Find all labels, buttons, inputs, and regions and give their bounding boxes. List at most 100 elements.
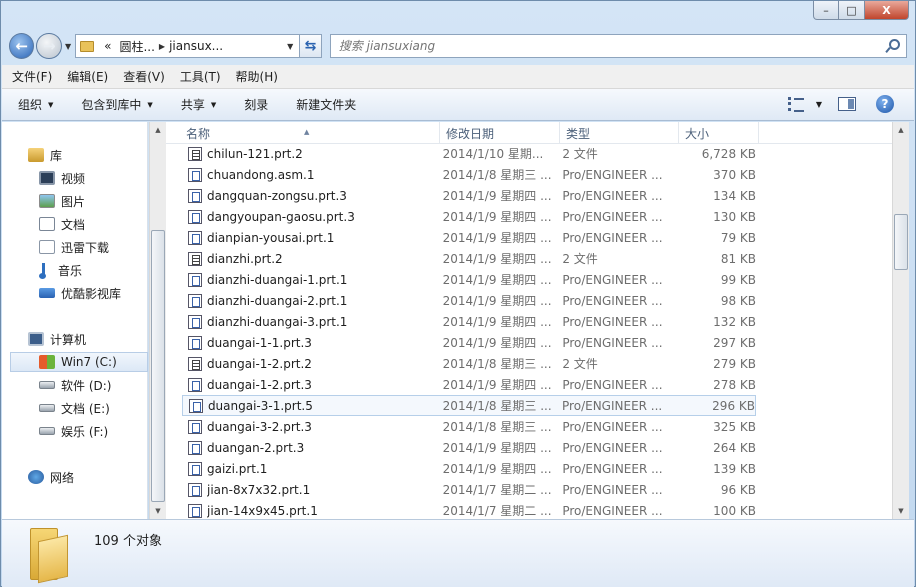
- file-name: duangan-2.prt.3: [206, 440, 305, 455]
- menu-help[interactable]: 帮助(H): [236, 68, 278, 85]
- new-folder-button[interactable]: 新建文件夹: [296, 96, 356, 113]
- file-scroll-thumb[interactable]: [894, 214, 908, 270]
- column-header-size[interactable]: 大小: [679, 122, 759, 144]
- refresh-button[interactable]: ⇆: [300, 34, 322, 58]
- file-name: duangai-1-1.prt.3: [206, 335, 312, 350]
- nav-label: 文档: [61, 217, 86, 232]
- nav-item-docs-e[interactable]: 文档 (E:): [39, 398, 148, 418]
- nav-item-soft-d[interactable]: 软件 (D:): [39, 375, 148, 395]
- file-type: 2 文件: [562, 147, 598, 161]
- breadcrumb-arrow-icon[interactable]: ▶: [159, 42, 165, 51]
- table-row[interactable]: gaizi.prt.1 2014/1/9 星期四 ... Pro/ENGINEER …: [182, 458, 756, 479]
- file-size: 6,728 KB: [701, 146, 756, 161]
- search-box[interactable]: [329, 34, 908, 58]
- nav-item-music[interactable]: 音乐: [39, 260, 148, 280]
- table-row[interactable]: chilun-121.prt.2 2014/1/10 星期... 2 文件 6,728…: [182, 143, 756, 164]
- address-dropdown-icon[interactable]: ▼: [281, 42, 299, 51]
- nav-item-fun-f[interactable]: 娱乐 (F:): [39, 421, 148, 441]
- chevron-down-icon: ▼: [48, 100, 54, 109]
- nav-item-youku[interactable]: 优酷影视库: [39, 283, 148, 303]
- table-row[interactable]: dangquan-zongsu.prt.3 2014/1/9 星期四 ... Pro…: [182, 185, 756, 206]
- preview-pane-icon[interactable]: [838, 97, 856, 111]
- table-row[interactable]: dangyoupan-gaosu.prt.3 2014/1/9 星期四 ... Pr…: [182, 206, 756, 227]
- column-label: 类型: [566, 127, 591, 141]
- nav-item-library[interactable]: 库: [28, 145, 148, 165]
- menu-file[interactable]: 文件(F): [12, 68, 52, 85]
- file-date: 2014/1/9 星期四 ...: [442, 252, 552, 266]
- scroll-up-arrow-icon[interactable]: ▲: [150, 122, 166, 138]
- table-row[interactable]: chuandong.asm.1 2014/1/8 星期三 ... Pro/ENGIN…: [182, 164, 756, 185]
- network-icon: [28, 470, 44, 484]
- nav-item-network[interactable]: 网络: [28, 467, 148, 487]
- menu-view[interactable]: 查看(V): [123, 68, 165, 85]
- column-header-row: ▲ 名称 修改日期 类型 大小: [166, 122, 892, 144]
- file-list-scrollbar[interactable]: ▲ ▼: [892, 122, 909, 519]
- view-options-dropdown-icon[interactable]: ▼: [816, 100, 822, 109]
- file-size: 325 KB: [713, 419, 756, 434]
- nav-scrollbar[interactable]: ▲ ▼: [149, 122, 166, 519]
- search-input[interactable]: [330, 35, 891, 57]
- menu-edit[interactable]: 编辑(E): [67, 68, 108, 85]
- share-button[interactable]: 共享 ▼: [181, 96, 216, 113]
- burn-label: 刻录: [244, 98, 269, 112]
- table-row[interactable]: duangai-3-1.prt.5 2014/1/8 星期三 ... Pro/ENG…: [182, 395, 756, 416]
- table-row[interactable]: dianzhi-duangai-3.prt.1 2014/1/9 星期四 ... P…: [182, 311, 756, 332]
- proe-file-icon: [188, 440, 202, 455]
- table-row[interactable]: dianzhi-duangai-1.prt.1 2014/1/9 星期四 ... P…: [182, 269, 756, 290]
- nav-item-videos[interactable]: 视频: [39, 168, 148, 188]
- folder-icon: [30, 528, 74, 584]
- scroll-up-arrow-icon[interactable]: ▲: [893, 122, 909, 138]
- table-row[interactable]: dianzhi.prt.2 2014/1/9 星期四 ... 2 文件 81 KB: [182, 248, 756, 269]
- file-size: 134 KB: [713, 188, 756, 203]
- table-row[interactable]: jian-14x9x45.prt.1 2014/1/7 星期二 ... Pro/EN…: [182, 500, 756, 519]
- recent-pages-dropdown[interactable]: ▼: [65, 42, 71, 51]
- nav-scroll-thumb[interactable]: [151, 230, 165, 502]
- burn-button[interactable]: 刻录: [244, 96, 268, 113]
- file-name: jian-14x9x45.prt.1: [206, 503, 318, 518]
- table-row[interactable]: duangai-1-2.prt.3 2014/1/9 星期四 ... Pro/ENG…: [182, 374, 756, 395]
- table-row[interactable]: duangai-3-2.prt.3 2014/1/8 星期三 ... Pro/ENG…: [182, 416, 756, 437]
- forward-button[interactable]: →: [36, 33, 62, 59]
- table-row[interactable]: dianzhi-duangai-2.prt.1 2014/1/9 星期四 ... P…: [182, 290, 756, 311]
- file-type: Pro/ENGINEER ...: [562, 419, 663, 434]
- address-bar[interactable]: « 圆柱... ▶ jiansux... ▼: [75, 34, 301, 58]
- file-size: 296 KB: [712, 398, 755, 413]
- scroll-down-arrow-icon[interactable]: ▼: [150, 503, 166, 519]
- file-name: duangai-1-2.prt.2: [206, 356, 312, 371]
- nav-item-win7[interactable]: Win7 (C:): [10, 352, 148, 372]
- maximize-button[interactable]: □: [839, 1, 865, 20]
- table-row[interactable]: duangai-1-2.prt.2 2014/1/8 星期三 ... 2 文件 279…: [182, 353, 756, 374]
- help-icon[interactable]: ?: [876, 95, 894, 113]
- table-row[interactable]: dianpian-yousai.prt.1 2014/1/9 星期四 ... Pro…: [182, 227, 756, 248]
- nav-item-pictures[interactable]: 图片: [39, 191, 148, 211]
- proe-file-icon: [188, 314, 202, 329]
- menu-tools[interactable]: 工具(T): [180, 68, 221, 85]
- column-header-name[interactable]: ▲ 名称: [166, 122, 440, 144]
- close-button[interactable]: X: [865, 1, 909, 20]
- breadcrumb-segment[interactable]: jiansux...: [169, 39, 223, 53]
- organize-button[interactable]: 组织 ▼: [18, 96, 53, 113]
- change-view-icon[interactable]: [787, 97, 806, 112]
- column-header-date[interactable]: 修改日期: [440, 122, 560, 144]
- file-date: 2014/1/9 星期四 ...: [442, 294, 552, 308]
- table-row[interactable]: duangai-1-1.prt.3 2014/1/9 星期四 ... Pro/ENG…: [182, 332, 756, 353]
- file-name: duangai-1-2.prt.3: [206, 377, 312, 392]
- scroll-down-arrow-icon[interactable]: ▼: [893, 503, 909, 519]
- back-button[interactable]: ←: [9, 33, 35, 59]
- file-size: 100 KB: [713, 503, 756, 518]
- minimize-button[interactable]: –: [813, 1, 839, 20]
- table-row[interactable]: jian-8x7x32.prt.1 2014/1/7 星期二 ... Pro/ENG…: [182, 479, 756, 500]
- search-icon[interactable]: [889, 39, 901, 50]
- nav-item-computer[interactable]: 计算机: [28, 329, 148, 349]
- nav-item-thunder[interactable]: 迅雷下载: [39, 237, 148, 257]
- nav-label: 娱乐 (F:): [61, 424, 109, 439]
- breadcrumb-segment[interactable]: 圆柱...: [119, 38, 154, 55]
- navigation-pane: 库 视频 图片 文档 迅雷下载 音乐 优酷影视库 计算机 Win7 (C:) 软…: [2, 122, 148, 519]
- include-in-library-button[interactable]: 包含到库中 ▼: [81, 96, 152, 113]
- table-row[interactable]: duangan-2.prt.3 2014/1/9 星期四 ... Pro/ENGIN…: [182, 437, 756, 458]
- file-name: duangai-3-2.prt.3: [206, 419, 312, 434]
- address-overflow[interactable]: «: [104, 39, 111, 53]
- column-header-type[interactable]: 类型: [560, 122, 679, 144]
- forward-arrow-icon: →: [42, 37, 56, 55]
- nav-item-documents[interactable]: 文档: [39, 214, 148, 234]
